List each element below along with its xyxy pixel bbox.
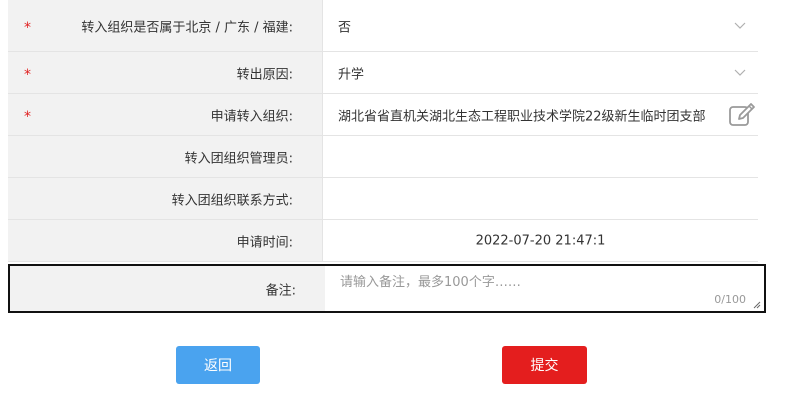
- field-label: 申请时间:: [236, 235, 293, 250]
- field-label: 转出原因:: [236, 67, 293, 82]
- required-mark: *: [24, 19, 31, 36]
- remark-char-counter: 0/100: [714, 293, 746, 306]
- form-row-transfer-region: * 转入组织是否属于北京 / 广东 / 福建: 否: [8, 0, 758, 52]
- label-cell: * 转出原因:: [8, 52, 323, 93]
- chevron-down-icon[interactable]: [734, 69, 746, 77]
- remark-textarea[interactable]: [325, 266, 764, 311]
- remark-label: 备注:: [265, 283, 296, 298]
- label-cell: * 申请转入组织:: [8, 94, 323, 135]
- apply-time-value: 2022-07-20 21:47:1: [475, 233, 606, 248]
- select-value: 否: [338, 20, 352, 35]
- target-org-field: 湖北省省直机关湖北生态工程职业技术学院22级新生临时团支部: [323, 94, 758, 135]
- transfer-reason-select[interactable]: 升学: [323, 52, 758, 93]
- target-org-value: 湖北省省直机关湖北生态工程职业技术学院22级新生临时团支部: [338, 109, 706, 124]
- required-mark: *: [24, 108, 31, 125]
- chevron-down-icon[interactable]: [734, 22, 746, 30]
- org-contact-value-cell: [323, 178, 758, 219]
- submit-button[interactable]: 提交: [502, 346, 587, 384]
- apply-time-value-cell: 2022-07-20 21:47:1: [323, 220, 758, 261]
- label-cell: 备注:: [10, 266, 325, 311]
- field-label: 转入团组织联系方式:: [171, 193, 293, 208]
- transfer-region-select[interactable]: 否: [323, 0, 758, 51]
- label-cell: * 转入组织是否属于北京 / 广东 / 福建:: [8, 0, 323, 51]
- field-label: 转入组织是否属于北京 / 广东 / 福建:: [81, 20, 293, 35]
- transfer-form: * 转入组织是否属于北京 / 广东 / 福建: 否 * 转出原因: 升学 * 申…: [8, 0, 758, 262]
- form-row-target-org: * 申请转入组织: 湖北省省直机关湖北生态工程职业技术学院22级新生临时团支部: [8, 94, 758, 136]
- remark-row: 备注: 0/100: [8, 264, 766, 313]
- label-cell: 转入团组织联系方式:: [8, 178, 323, 219]
- field-label: 转入团组织管理员:: [184, 151, 293, 166]
- back-button[interactable]: 返回: [176, 346, 260, 384]
- resize-handle-icon[interactable]: [753, 301, 761, 309]
- label-cell: 转入团组织管理员:: [8, 136, 323, 177]
- field-label: 申请转入组织:: [210, 109, 293, 124]
- form-row-apply-time: 申请时间: 2022-07-20 21:47:1: [8, 220, 758, 262]
- form-row-transfer-reason: * 转出原因: 升学: [8, 52, 758, 94]
- form-row-org-contact: 转入团组织联系方式:: [8, 178, 758, 220]
- select-value: 升学: [338, 67, 365, 82]
- edit-icon[interactable]: [728, 102, 756, 128]
- label-cell: 申请时间:: [8, 220, 323, 261]
- form-row-org-admin: 转入团组织管理员:: [8, 136, 758, 178]
- required-mark: *: [24, 66, 31, 83]
- org-admin-value-cell: [323, 136, 758, 177]
